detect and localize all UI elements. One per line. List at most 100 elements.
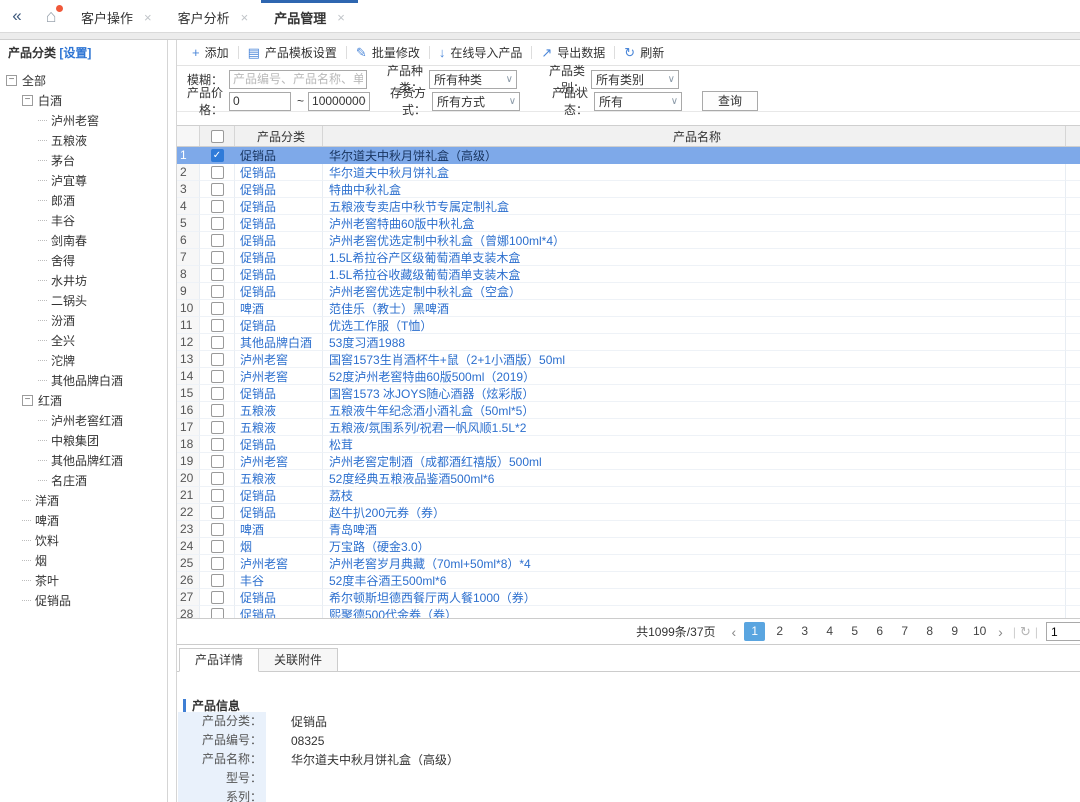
sidebar-item-其他品牌白酒[interactable]: 其他品牌白酒	[0, 370, 167, 390]
table-row[interactable]: 13泸州老窖国窖1573生肖酒杯牛+鼠（2+1小酒版）50ml	[177, 351, 1080, 368]
table-row[interactable]: 16五粮液五粮液牛年纪念酒小酒礼盒（50ml*5）	[177, 402, 1080, 419]
sidebar-item-烟[interactable]: 烟	[0, 550, 167, 570]
toolbar-button-导出数据[interactable]: ↗导出数据	[532, 44, 614, 61]
row-checkbox[interactable]	[211, 166, 224, 179]
sidebar-item-泸州老窖[interactable]: 泸州老窖	[0, 110, 167, 130]
table-row[interactable]: 11促销品优选工作服（T恤）	[177, 317, 1080, 334]
sidebar-item-泸州老窖红酒[interactable]: 泸州老窖红酒	[0, 410, 167, 430]
table-row[interactable]: 22促销品赵牛扒200元券（券）	[177, 504, 1080, 521]
table-row[interactable]: 20五粮液52度经典五粮液品鉴酒500ml*6	[177, 470, 1080, 487]
row-checkbox[interactable]	[211, 285, 224, 298]
table-row[interactable]: 8促销品1.5L希拉谷收藏级葡萄酒单支装木盒	[177, 266, 1080, 283]
row-checkbox[interactable]	[211, 353, 224, 366]
product-name-cell[interactable]: 松茸	[323, 436, 1066, 453]
product-name-cell[interactable]: 范佳乐（教士）黑啤酒	[323, 300, 1066, 317]
table-row[interactable]: 18促销品松茸	[177, 436, 1080, 453]
product-name-cell[interactable]: 华尔道夫中秋月饼礼盒（高级）	[323, 147, 1066, 164]
next-page-icon[interactable]: ›	[992, 624, 1009, 640]
sidebar-item-红酒[interactable]: −红酒	[0, 390, 167, 410]
home-tab[interactable]: ⌂	[34, 0, 68, 32]
page-button-10[interactable]: 10	[969, 622, 990, 641]
select-all-checkbox[interactable]	[211, 130, 224, 143]
table-row[interactable]: 28促销品熙聚德500代金券（券）	[177, 606, 1080, 618]
row-checkbox[interactable]	[211, 574, 224, 587]
product-name-cell[interactable]: 优选工作服（T恤）	[323, 317, 1066, 334]
toolbar-button-刷新[interactable]: ↻刷新	[615, 44, 673, 61]
row-checkbox[interactable]	[211, 268, 224, 281]
table-row[interactable]: 23啤酒青岛啤酒	[177, 521, 1080, 538]
sidebar-item-其他品牌红酒[interactable]: 其他品牌红酒	[0, 450, 167, 470]
table-row[interactable]: 27促销品希尔顿斯坦德西餐厅两人餐1000（券）	[177, 589, 1080, 606]
sidebar-item-中粮集团[interactable]: 中粮集团	[0, 430, 167, 450]
product-name-cell[interactable]: 国窖1573 冰JOYS随心酒器（炫彩版）	[323, 385, 1066, 402]
row-checkbox[interactable]	[211, 336, 224, 349]
row-checkbox[interactable]	[211, 387, 224, 400]
product-name-cell[interactable]: 五粮液/氛围系列/祝君一帆风顺1.5L*2	[323, 419, 1066, 436]
row-checkbox[interactable]	[211, 234, 224, 247]
detail-tab-产品详情[interactable]: 产品详情	[179, 648, 259, 672]
category-select[interactable]: 所有类别 ∨	[591, 70, 679, 89]
row-checkbox[interactable]	[211, 200, 224, 213]
page-button-5[interactable]: 5	[844, 622, 865, 641]
table-row[interactable]: 17五粮液五粮液/氛围系列/祝君一帆风顺1.5L*2	[177, 419, 1080, 436]
product-name-cell[interactable]: 华尔道夫中秋月饼礼盒	[323, 164, 1066, 181]
row-checkbox[interactable]	[211, 523, 224, 536]
table-row[interactable]: 10啤酒范佳乐（教士）黑啤酒	[177, 300, 1080, 317]
collapse-sidebar-icon[interactable]: «	[0, 0, 34, 32]
tree-collapse-icon[interactable]: −	[22, 395, 33, 406]
kind-select[interactable]: 所有种类 ∨	[429, 70, 517, 89]
prev-page-icon[interactable]: ‹	[726, 624, 743, 640]
tree-collapse-icon[interactable]: −	[22, 95, 33, 106]
detail-tab-关联附件[interactable]: 关联附件	[259, 648, 338, 672]
table-row[interactable]: 21促销品荔枝	[177, 487, 1080, 504]
sidebar-item-汾酒[interactable]: 汾酒	[0, 310, 167, 330]
product-name-cell[interactable]: 国窖1573生肖酒杯牛+鼠（2+1小酒版）50ml	[323, 351, 1066, 368]
sidebar-item-白酒[interactable]: −白酒	[0, 90, 167, 110]
toolbar-button-在线导入产品[interactable]: ↓在线导入产品	[430, 44, 532, 61]
status-select[interactable]: 所有 ∨	[594, 92, 682, 111]
page-jump-input[interactable]	[1046, 622, 1080, 641]
product-name-cell[interactable]: 青岛啤酒	[323, 521, 1066, 538]
sidebar-item-二锅头[interactable]: 二锅头	[0, 290, 167, 310]
row-checkbox[interactable]	[211, 591, 224, 604]
product-name-cell[interactable]: 52度丰谷酒王500ml*6	[323, 572, 1066, 589]
row-checkbox[interactable]	[211, 557, 224, 570]
row-checkbox[interactable]	[211, 319, 224, 332]
sidebar-item-丰谷[interactable]: 丰谷	[0, 210, 167, 230]
sidebar-item-泸宜尊[interactable]: 泸宜尊	[0, 170, 167, 190]
product-name-cell[interactable]: 泸州老窖特曲60版中秋礼盒	[323, 215, 1066, 232]
tab-客户分析[interactable]: 客户分析×	[165, 0, 262, 32]
page-button-8[interactable]: 8	[919, 622, 940, 641]
row-checkbox[interactable]	[211, 489, 224, 502]
row-checkbox[interactable]	[211, 608, 224, 619]
row-checkbox[interactable]	[211, 506, 224, 519]
sidebar-item-郎酒[interactable]: 郎酒	[0, 190, 167, 210]
product-name-cell[interactable]: 泸州老窖优选定制中秋礼盒（空盒）	[323, 283, 1066, 300]
product-name-cell[interactable]: 赵牛扒200元券（券）	[323, 504, 1066, 521]
row-checkbox[interactable]	[211, 183, 224, 196]
table-row[interactable]: 15促销品国窖1573 冰JOYS随心酒器（炫彩版）	[177, 385, 1080, 402]
table-row[interactable]: 3促销品特曲中秋礼盒	[177, 181, 1080, 198]
row-checkbox[interactable]	[211, 472, 224, 485]
product-name-cell[interactable]: 特曲中秋礼盒	[323, 181, 1066, 198]
row-checkbox[interactable]	[211, 302, 224, 315]
price-min-input[interactable]	[229, 92, 291, 111]
product-name-cell[interactable]: 52度泸州老窖特曲60版500ml（2019）	[323, 368, 1066, 385]
row-checkbox[interactable]	[211, 540, 224, 553]
page-button-1[interactable]: 1	[744, 622, 765, 641]
row-checkbox[interactable]	[211, 421, 224, 434]
sidebar-item-五粮液[interactable]: 五粮液	[0, 130, 167, 150]
table-row[interactable]: 25泸州老窖泸州老窖岁月典藏（70ml+50ml*8）*4	[177, 555, 1080, 572]
row-checkbox[interactable]	[211, 404, 224, 417]
sidebar-item-茅台[interactable]: 茅台	[0, 150, 167, 170]
table-row[interactable]: 7促销品1.5L希拉谷产区级葡萄酒单支装木盒	[177, 249, 1080, 266]
table-row[interactable]: 19泸州老窖泸州老窖定制酒（成都酒红禧版）500ml	[177, 453, 1080, 470]
toolbar-button-添加[interactable]: +添加	[183, 44, 238, 61]
tab-产品管理[interactable]: 产品管理×	[261, 0, 358, 32]
sidebar-item-全兴[interactable]: 全兴	[0, 330, 167, 350]
sidebar-item-剑南春[interactable]: 剑南春	[0, 230, 167, 250]
product-name-cell[interactable]: 万宝路（硬金3.0）	[323, 538, 1066, 555]
table-row[interactable]: 9促销品泸州老窖优选定制中秋礼盒（空盒）	[177, 283, 1080, 300]
row-checkbox[interactable]	[211, 370, 224, 383]
sidebar-item-茶叶[interactable]: 茶叶	[0, 570, 167, 590]
